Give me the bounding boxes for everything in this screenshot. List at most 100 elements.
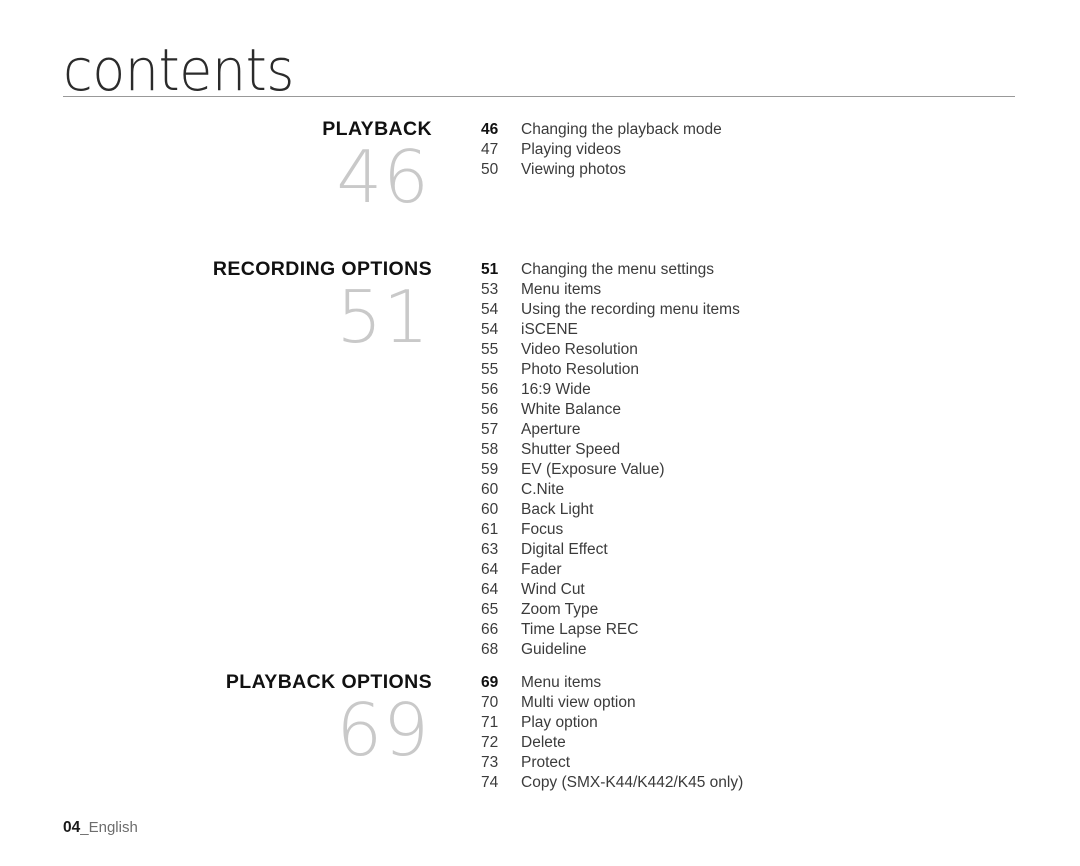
toc-entry-label: Protect [521, 754, 571, 771]
toc-entry-page-number: 71 [481, 714, 499, 731]
toc-entry-page-number: 63 [481, 541, 499, 558]
toc-entry-label: Play option [521, 714, 598, 731]
toc-section-big-number: 69 [336, 688, 430, 772]
toc-entry-label: Time Lapse REC [521, 621, 639, 638]
toc-entry[interactable]: 64 Fader [481, 560, 1080, 580]
toc-entry-label: Multi view option [521, 694, 636, 711]
toc-entry[interactable]: 69 Menu items [481, 673, 1080, 693]
toc-entry-label: Back Light [521, 501, 594, 518]
toc-entry[interactable]: 71 Play option [481, 713, 1080, 733]
toc-entry[interactable]: 66 Time Lapse REC [481, 620, 1080, 640]
toc-section-big-number: 46 [336, 135, 430, 219]
toc-entry[interactable]: 53 Menu items [481, 280, 1080, 300]
toc-section: RECORDING OPTIONS 51 51 Changing the menu s… [0, 258, 1080, 660]
toc-entry-page-number: 54 [481, 321, 499, 338]
toc-entry-label: Copy (SMX-K44/K442/K45 only) [521, 774, 744, 791]
toc-entry[interactable]: 54 Using the recording menu items [481, 300, 1080, 320]
toc-section-label-group: PLAYBACK 46 [0, 118, 432, 219]
toc-entry-page-number: 64 [481, 561, 499, 578]
toc-entry[interactable]: 60 C.Nite [481, 480, 1080, 500]
toc-entry-page-number: 69 [481, 674, 499, 691]
toc-entry[interactable]: 64 Wind Cut [481, 580, 1080, 600]
toc-entry-page-number: 56 [481, 401, 499, 418]
toc-entry-label: Focus [521, 521, 564, 538]
toc-entry-label: Menu items [521, 674, 602, 691]
toc-entry[interactable]: 72 Delete [481, 733, 1080, 753]
toc-entry[interactable]: 55 Photo Resolution [481, 360, 1080, 380]
toc-entry-page-number: 66 [481, 621, 499, 638]
toc-entry-page-number: 46 [481, 121, 499, 138]
toc-entry[interactable]: 61 Focus [481, 520, 1080, 540]
toc-entry[interactable]: 58 Shutter Speed [481, 440, 1080, 460]
toc-entry[interactable]: 55 Video Resolution [481, 340, 1080, 360]
footer-page-number: 04 [63, 819, 81, 836]
toc-entry-label: Playing videos [521, 141, 621, 158]
toc-entry-page-number: 56 [481, 381, 499, 398]
toc-entry-label: EV (Exposure Value) [521, 461, 665, 478]
toc-section: PLAYBACK 46 46 Changing the playback mode 47… [0, 118, 1080, 213]
toc-entry-list: 69 Menu items 70 Multi view option 71 Play op… [481, 671, 1080, 793]
toc-entry[interactable]: 56 White Balance [481, 400, 1080, 420]
toc-entry-page-number: 73 [481, 754, 499, 771]
toc-entry-page-number: 53 [481, 281, 499, 298]
page-footer: 04_English [63, 818, 138, 838]
toc-entry[interactable]: 50 Viewing photos [481, 160, 1080, 180]
toc-section-big-number: 51 [336, 275, 430, 359]
toc-entry[interactable]: 59 EV (Exposure Value) [481, 460, 1080, 480]
toc-entry-label: White Balance [521, 401, 621, 418]
toc-entry-label: Viewing photos [521, 161, 626, 178]
toc-entry-page-number: 68 [481, 641, 499, 658]
toc-entry-page-number: 58 [481, 441, 499, 458]
toc-entry[interactable]: 46 Changing the playback mode [481, 120, 1080, 140]
toc-entry-label: Wind Cut [521, 581, 585, 598]
toc-entry-page-number: 57 [481, 421, 499, 438]
footer-language: _English [80, 819, 138, 836]
toc-entry[interactable]: 54 iSCENE [481, 320, 1080, 340]
toc-entry-label: Delete [521, 734, 566, 751]
toc-entry-list: 51 Changing the menu settings 53 Menu items… [481, 258, 1080, 660]
toc-entry-page-number: 55 [481, 341, 499, 358]
toc-entry[interactable]: 68 Guideline [481, 640, 1080, 660]
toc-entry-label: Zoom Type [521, 601, 599, 618]
toc-entry-list: 46 Changing the playback mode 47 Playing vi… [481, 118, 1080, 180]
toc-entry-label: Guideline [521, 641, 587, 658]
toc-entry-page-number: 65 [481, 601, 499, 618]
toc-entry-page-number: 51 [481, 261, 499, 278]
page-title: contents [63, 35, 294, 104]
toc-entry[interactable]: 74 Copy (SMX-K44/K442/K45 only) [481, 773, 1080, 793]
toc-entry-label: Menu items [521, 281, 602, 298]
title-divider [63, 96, 1015, 97]
toc-entry[interactable]: 65 Zoom Type [481, 600, 1080, 620]
toc-entry[interactable]: 60 Back Light [481, 500, 1080, 520]
toc-entry-page-number: 72 [481, 734, 499, 751]
toc-entry-page-number: 70 [481, 694, 499, 711]
toc-entry-page-number: 61 [481, 521, 499, 538]
toc-entry[interactable]: 73 Protect [481, 753, 1080, 773]
toc-entry[interactable]: 70 Multi view option [481, 693, 1080, 713]
toc-entry[interactable]: 57 Aperture [481, 420, 1080, 440]
toc-entry[interactable]: 47 Playing videos [481, 140, 1080, 160]
toc-entry-page-number: 64 [481, 581, 499, 598]
toc-section-label-group: PLAYBACK OPTIONS 69 [0, 671, 432, 772]
toc-entry-label: Changing the playback mode [521, 121, 722, 138]
toc-entry-page-number: 60 [481, 501, 499, 518]
toc-entry-label: C.Nite [521, 481, 565, 498]
toc-entry-label: iSCENE [521, 321, 578, 338]
toc-entry-label: Using the recording menu items [521, 301, 740, 318]
toc-entry-label: Changing the menu settings [521, 261, 715, 278]
toc-entry-label: Fader [521, 561, 562, 578]
toc-entry-page-number: 54 [481, 301, 499, 318]
toc-entry-label: 16:9 Wide [521, 381, 591, 398]
toc-entry-page-number: 60 [481, 481, 499, 498]
toc-entry-page-number: 74 [481, 774, 499, 791]
toc-entry-page-number: 55 [481, 361, 499, 378]
toc-entry-label: Aperture [521, 421, 581, 438]
toc-section-label-group: RECORDING OPTIONS 51 [0, 258, 432, 359]
toc-entry-label: Shutter Speed [521, 441, 621, 458]
toc-entry[interactable]: 51 Changing the menu settings [481, 260, 1080, 280]
toc-entry-label: Digital Effect [521, 541, 608, 558]
toc-entry[interactable]: 56 16:9 Wide [481, 380, 1080, 400]
toc-entry-page-number: 59 [481, 461, 499, 478]
toc-entry-label: Photo Resolution [521, 361, 640, 378]
toc-entry[interactable]: 63 Digital Effect [481, 540, 1080, 560]
